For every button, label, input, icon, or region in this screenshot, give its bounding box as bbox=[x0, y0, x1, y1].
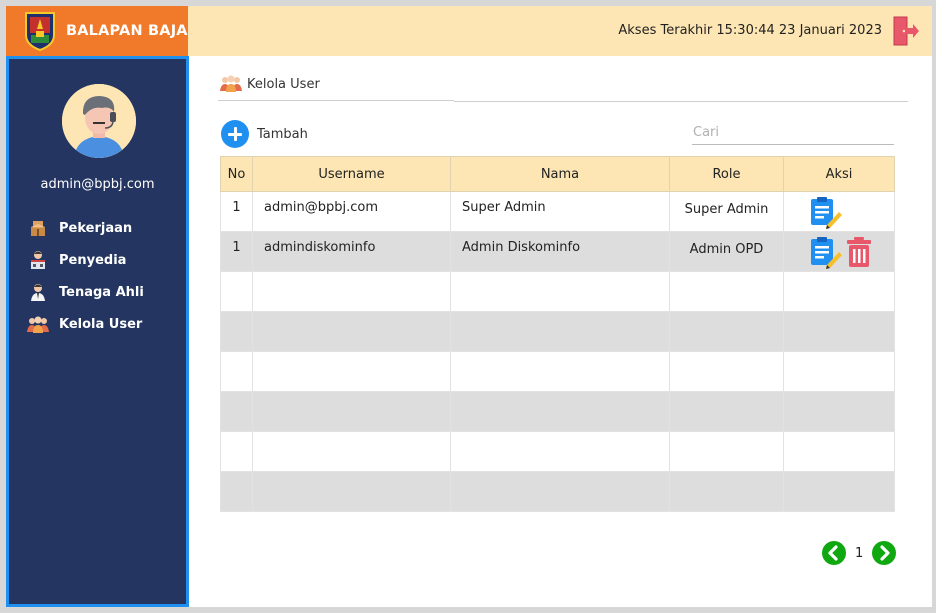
empty-cell bbox=[669, 271, 784, 312]
table-row-empty bbox=[220, 431, 895, 472]
empty-cell bbox=[783, 351, 895, 392]
cell-role: Super Admin bbox=[669, 191, 784, 232]
column-header-role[interactable]: Role bbox=[669, 156, 784, 192]
plus-icon bbox=[221, 120, 249, 148]
prev-page-button[interactable] bbox=[822, 541, 846, 565]
user-email: admin@bpbj.com bbox=[40, 177, 155, 192]
empty-cell bbox=[669, 431, 784, 472]
breadcrumb-label: Kelola User bbox=[247, 76, 320, 92]
empty-cell bbox=[669, 471, 784, 512]
table-row: 1 admindiskominfo Admin Diskominfo Admin… bbox=[220, 231, 895, 272]
sidebar-item-penyedia[interactable]: Penyedia bbox=[27, 244, 144, 276]
sidebar-item-label: Penyedia bbox=[59, 252, 127, 268]
empty-cell bbox=[220, 351, 253, 392]
brand-bar: BALAPAN BAJA bbox=[6, 6, 188, 56]
column-header-nama[interactable]: Nama bbox=[450, 156, 670, 192]
sidebar-item-label: Pekerjaan bbox=[59, 220, 133, 236]
app-frame: BALAPAN BAJA Akses Terakhir 15:30:44 23 … bbox=[6, 6, 932, 607]
empty-cell bbox=[220, 471, 253, 512]
sidebar-item-label: Tenaga Ahli bbox=[59, 284, 144, 300]
add-user-button[interactable]: Tambah bbox=[221, 120, 308, 148]
divider bbox=[218, 100, 454, 101]
logout-door-icon[interactable] bbox=[892, 16, 920, 46]
empty-cell bbox=[450, 271, 670, 312]
sidebar-item-label: Kelola User bbox=[59, 316, 143, 332]
breadcrumb: Kelola User bbox=[220, 74, 320, 94]
cell-aksi bbox=[783, 231, 895, 272]
empty-cell bbox=[783, 431, 895, 472]
edit-icon[interactable] bbox=[809, 195, 843, 229]
trash-icon[interactable] bbox=[843, 235, 877, 269]
cell-role: Admin OPD bbox=[669, 231, 784, 272]
empty-cell bbox=[220, 311, 253, 352]
pagination: 1 bbox=[822, 541, 897, 565]
sidebar-menu: Pekerjaan Penyedia Tenaga Ahli Kelola Us… bbox=[27, 212, 144, 340]
empty-cell bbox=[450, 391, 670, 432]
empty-cell bbox=[252, 471, 451, 512]
empty-cell bbox=[669, 311, 784, 352]
table-row-empty bbox=[220, 271, 895, 312]
table-row-empty bbox=[220, 471, 895, 512]
table-row-empty bbox=[220, 311, 895, 352]
emblem-shield-icon bbox=[24, 9, 56, 53]
cell-aksi bbox=[783, 191, 895, 232]
empty-cell bbox=[783, 471, 895, 512]
cell-nama: Admin Diskominfo bbox=[450, 231, 670, 272]
empty-cell bbox=[252, 271, 451, 312]
table-row: 1 admin@bpbj.com Super Admin Super Admin bbox=[220, 191, 895, 232]
provider-icon bbox=[27, 250, 49, 270]
edit-icon[interactable] bbox=[809, 235, 843, 269]
table-row-empty bbox=[220, 391, 895, 432]
empty-cell bbox=[783, 271, 895, 312]
empty-cell bbox=[450, 471, 670, 512]
top-header: Akses Terakhir 15:30:44 23 Januari 2023 bbox=[188, 6, 932, 56]
users-table: No Username Nama Role Aksi 1 admin@bpbj.… bbox=[220, 156, 895, 512]
sidebar-item-pekerjaan[interactable]: Pekerjaan bbox=[27, 212, 144, 244]
avatar[interactable] bbox=[62, 84, 136, 158]
box-stack-icon bbox=[27, 218, 49, 238]
cell-username: admindiskominfo bbox=[252, 231, 451, 272]
cell-no: 1 bbox=[220, 231, 253, 272]
empty-cell bbox=[220, 431, 253, 472]
empty-cell bbox=[450, 351, 670, 392]
sidebar-item-tenaga-ahli[interactable]: Tenaga Ahli bbox=[27, 276, 144, 308]
empty-cell bbox=[669, 351, 784, 392]
empty-cell bbox=[669, 391, 784, 432]
cell-nama: Super Admin bbox=[450, 191, 670, 232]
empty-cell bbox=[252, 391, 451, 432]
sidebar-item-kelola-user[interactable]: Kelola User bbox=[27, 308, 144, 340]
column-header-aksi: Aksi bbox=[783, 156, 895, 192]
users-group-icon bbox=[220, 74, 242, 94]
current-page-number[interactable]: 1 bbox=[855, 546, 863, 561]
column-header-username[interactable]: Username bbox=[252, 156, 451, 192]
cell-no: 1 bbox=[220, 191, 253, 232]
users-group-icon bbox=[27, 314, 49, 334]
table-row-empty bbox=[220, 351, 895, 392]
brand-title: BALAPAN BAJA bbox=[66, 23, 188, 39]
empty-cell bbox=[220, 271, 253, 312]
chevron-right-icon bbox=[880, 545, 890, 561]
empty-cell bbox=[783, 391, 895, 432]
add-label: Tambah bbox=[257, 126, 308, 142]
table-header-row: No Username Nama Role Aksi bbox=[220, 156, 895, 192]
divider bbox=[454, 101, 908, 102]
next-page-button[interactable] bbox=[872, 541, 897, 565]
cell-username: admin@bpbj.com bbox=[252, 191, 451, 232]
sidebar: admin@bpbj.com Pekerjaan Penyedia Tenaga… bbox=[6, 56, 189, 607]
empty-cell bbox=[252, 431, 451, 472]
search-input[interactable] bbox=[692, 120, 894, 145]
empty-cell bbox=[252, 351, 451, 392]
expert-icon bbox=[27, 282, 49, 302]
empty-cell bbox=[450, 311, 670, 352]
last-access-text: Akses Terakhir 15:30:44 23 Januari 2023 bbox=[618, 23, 882, 38]
column-header-no[interactable]: No bbox=[220, 156, 253, 192]
empty-cell bbox=[220, 391, 253, 432]
chevron-left-icon bbox=[828, 545, 838, 561]
empty-cell bbox=[450, 431, 670, 472]
empty-cell bbox=[252, 311, 451, 352]
empty-cell bbox=[783, 311, 895, 352]
